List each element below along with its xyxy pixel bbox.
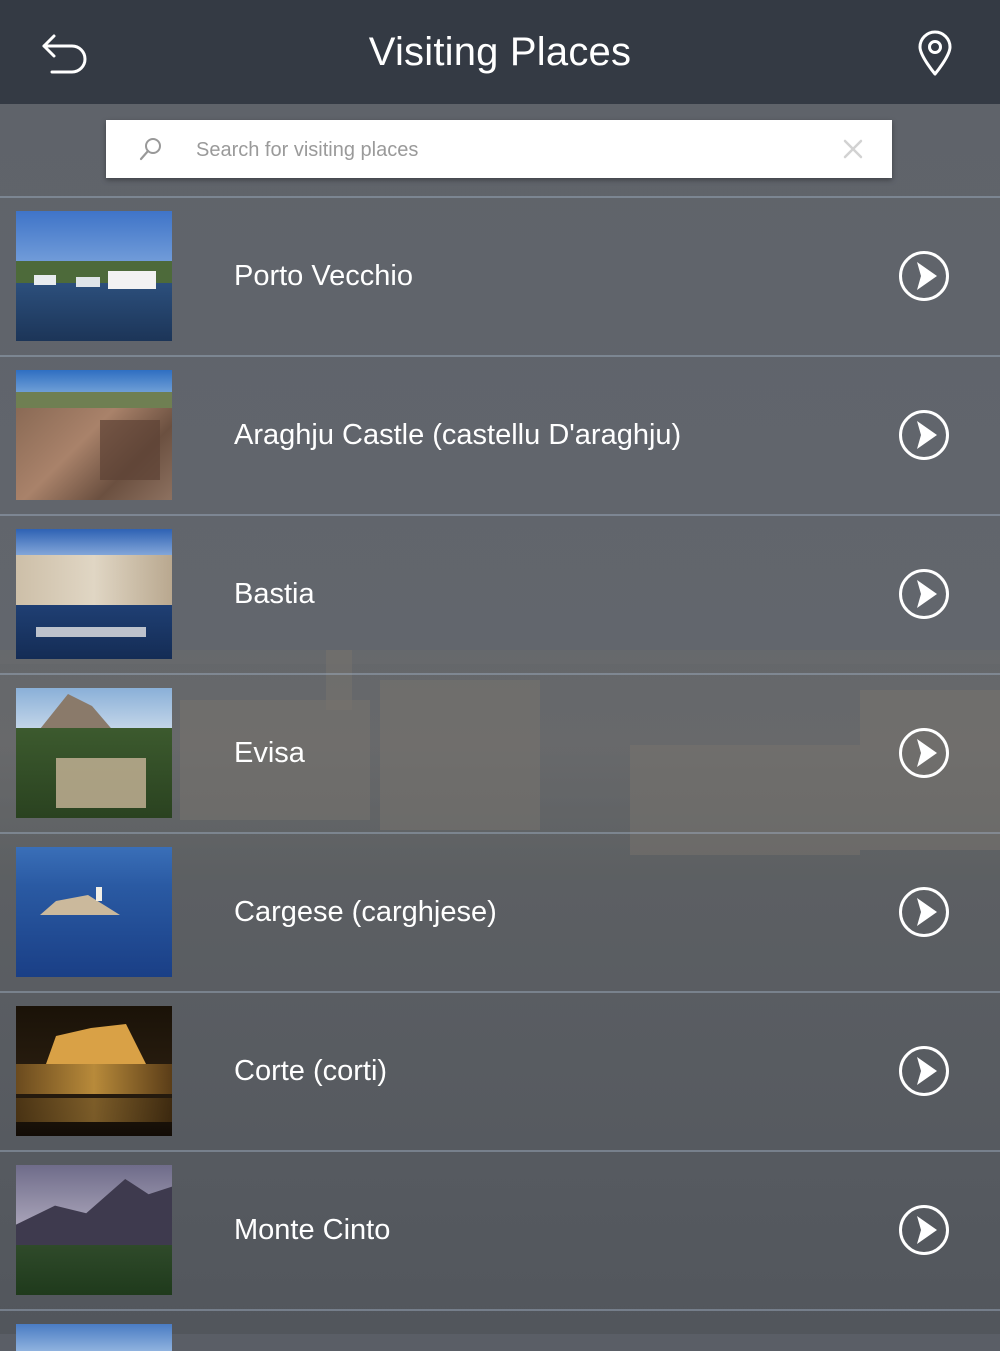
place-thumbnail bbox=[16, 1324, 172, 1351]
place-thumbnail bbox=[16, 529, 172, 659]
place-name: Bastia bbox=[234, 578, 315, 610]
place-name: Monte Cinto bbox=[234, 1214, 391, 1246]
list-item[interactable]: Bastia bbox=[0, 514, 1000, 673]
place-name: Evisa bbox=[234, 737, 305, 769]
list-item[interactable]: Cargese (carghjese) bbox=[0, 832, 1000, 991]
list-item[interactable]: Porto Vecchio bbox=[0, 196, 1000, 355]
chevron-right-icon[interactable] bbox=[898, 409, 950, 461]
search-box bbox=[106, 120, 892, 178]
chevron-right-icon[interactable] bbox=[898, 250, 950, 302]
place-thumbnail bbox=[16, 1006, 172, 1136]
search-bar bbox=[0, 104, 1000, 196]
chevron-right-icon[interactable] bbox=[898, 1045, 950, 1097]
chevron-right-icon[interactable] bbox=[898, 1204, 950, 1256]
chevron-right-icon[interactable] bbox=[898, 568, 950, 620]
location-pin-icon[interactable] bbox=[912, 28, 958, 78]
place-thumbnail bbox=[16, 211, 172, 341]
chevron-right-icon[interactable] bbox=[898, 886, 950, 938]
list-item[interactable]: Evisa bbox=[0, 673, 1000, 832]
clear-search-icon[interactable] bbox=[842, 138, 864, 160]
places-list: Porto Vecchio Araghju Castle (castellu D… bbox=[0, 196, 1000, 1351]
place-name: Corte (corti) bbox=[234, 1055, 388, 1087]
place-thumbnail bbox=[16, 688, 172, 818]
search-input[interactable] bbox=[194, 130, 818, 170]
list-item[interactable]: Monte Cinto bbox=[0, 1150, 1000, 1309]
search-icon bbox=[139, 138, 161, 161]
place-thumbnail bbox=[16, 1165, 172, 1295]
list-item[interactable]: Araghju Castle (castellu D'araghju) bbox=[0, 355, 1000, 514]
list-item[interactable]: Corte (corti) bbox=[0, 991, 1000, 1150]
page-title: Visiting Places bbox=[368, 30, 632, 74]
place-thumbnail bbox=[16, 370, 172, 500]
navigation-bar: Visiting Places bbox=[0, 0, 1000, 104]
list-item[interactable] bbox=[0, 1309, 1000, 1351]
place-name: Cargese (carghjese) bbox=[234, 896, 497, 928]
place-name: Porto Vecchio bbox=[234, 260, 413, 292]
place-thumbnail bbox=[16, 847, 172, 977]
chevron-right-icon[interactable] bbox=[898, 727, 950, 779]
place-name: Araghju Castle (castellu D'araghju) bbox=[234, 419, 682, 451]
